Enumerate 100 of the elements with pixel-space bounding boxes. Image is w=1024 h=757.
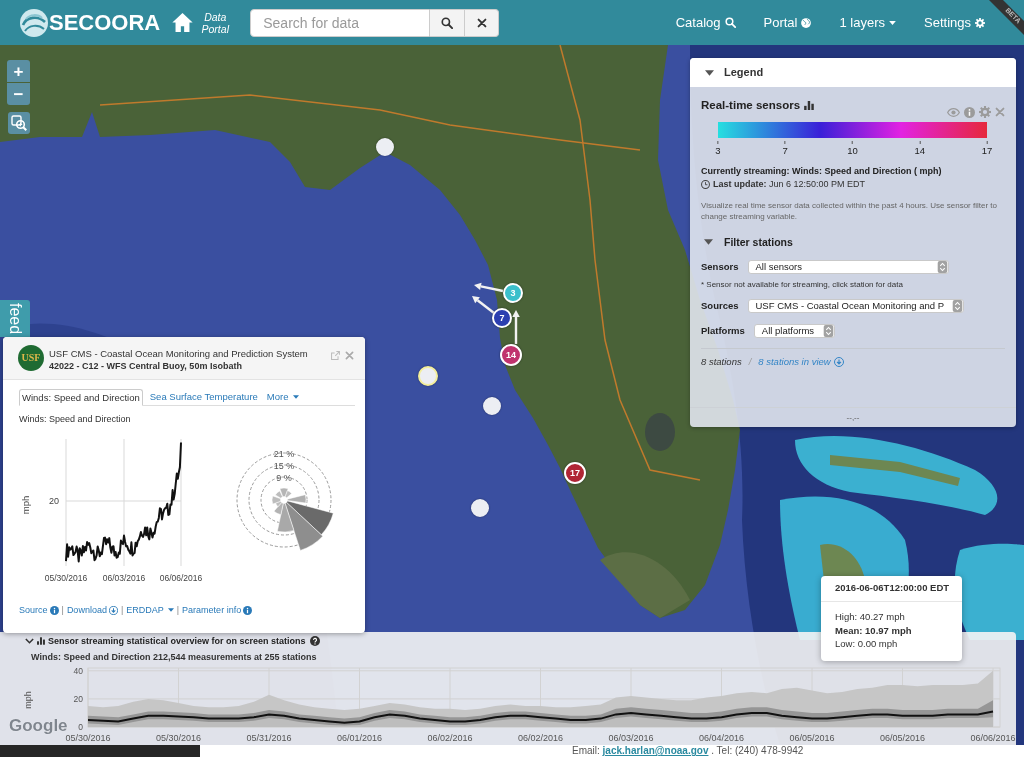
- caret-icon: [292, 395, 299, 399]
- nav-link[interactable]: Settings: [924, 16, 985, 29]
- overview-title: Sensor streaming statistical overview for on screen stations: [48, 636, 306, 646]
- clear-search-button[interactable]: [465, 8, 500, 37]
- scale-label: 14: [914, 141, 926, 156]
- download-icon: [833, 357, 844, 367]
- count-separator: /: [748, 356, 752, 368]
- feedback-tab[interactable]: feed: [0, 300, 30, 337]
- axis-label: 06/06/2016: [159, 573, 203, 583]
- search-field[interactable]: Search for data: [250, 8, 431, 37]
- layer-description: Visualize real time sensor data collected within the past 4 hours. Use sensor filter to change streaming variable.: [701, 200, 998, 222]
- axis-label: 06/03/2016: [102, 573, 146, 583]
- axis-label: 05/30/2016: [156, 733, 201, 743]
- axis-label: 06/06/2016: [970, 733, 1016, 743]
- home-icon[interactable]: [172, 13, 194, 32]
- popup-link[interactable]: Parameter info: [182, 604, 253, 616]
- layer-title: Real-time sensors: [701, 98, 801, 112]
- zoom-region-icon[interactable]: [8, 112, 30, 134]
- dropdown-select[interactable]: All platforms: [753, 324, 835, 338]
- stepper-icon: [822, 325, 834, 337]
- tab[interactable]: Sea Surface Temperature: [147, 389, 260, 405]
- tooltip-line: Mean: 10.97 mph: [835, 623, 913, 637]
- settings-icon: [975, 17, 985, 28]
- caret-icon[interactable]: [705, 69, 714, 76]
- stepper-icon: [951, 300, 963, 312]
- popup-link[interactable]: Download: [66, 604, 118, 616]
- info-icon: [49, 605, 59, 615]
- beta-ribbon: [989, 0, 1024, 35]
- info-icon[interactable]: [964, 106, 975, 118]
- axis-title: mph: [20, 495, 31, 515]
- legend-title: Legend: [724, 65, 764, 81]
- field-label: Sensors: [701, 262, 739, 272]
- axis-label: 40: [73, 666, 83, 676]
- dropdown-select[interactable]: All sensors: [747, 260, 949, 274]
- bar-chart-icon: [37, 637, 45, 645]
- portal-label[interactable]: Data Portal: [199, 10, 232, 35]
- nav-dropdown[interactable]: 1 layers: [839, 16, 896, 29]
- axis-label: 0: [78, 722, 83, 732]
- caret-icon: [889, 20, 896, 25]
- popup-subtitle: 42022 - C12 - WFS Central Buoy, 50m Isobath: [49, 360, 243, 372]
- axis-label: 05/31/2016: [246, 733, 292, 743]
- overview-subtitle: Winds: Speed and Direction 212,544 measurements at 255 stations: [30, 651, 318, 665]
- axis-label: 06/02/2016: [427, 733, 473, 743]
- link-separator: |: [61, 604, 64, 616]
- chevron-down-icon[interactable]: [25, 638, 34, 644]
- station-count: 8 stations: [701, 356, 742, 368]
- caret-icon: [167, 608, 174, 612]
- ring-label: 15 %: [273, 460, 295, 471]
- scale-label: 10: [847, 141, 858, 156]
- axis-label: 05/30/2016: [65, 733, 111, 743]
- search-icon: [724, 17, 736, 28]
- tooltip-line: Low: 0.00 mph: [835, 637, 899, 651]
- popup-title: USF CMS - Coastal Ocean Monitoring and Prediction System: [49, 347, 308, 360]
- ring-label: 21 %: [273, 448, 295, 459]
- link-separator: |: [120, 604, 124, 616]
- axis-label: 06/02/2016: [518, 733, 563, 743]
- axis-label: 20: [49, 496, 59, 506]
- zoom-in-button[interactable]: +: [7, 60, 30, 82]
- scale-label: 17: [981, 141, 993, 156]
- axis-label: 06/05/2016: [789, 733, 835, 743]
- clock-icon: [701, 180, 710, 189]
- streaming-label: Currently streaming: Winds: Speed and Direction ( mph): [701, 166, 943, 177]
- email-link[interactable]: jack.harlan@noaa.gov: [602, 745, 709, 756]
- axis-label: 06/03/2016: [608, 733, 654, 743]
- scale-label: 7: [782, 141, 788, 156]
- info-icon: [243, 605, 253, 615]
- dropdown-select[interactable]: USF CMS - Coastal Ocean Monitoring and P: [747, 299, 964, 313]
- brand-name[interactable]: SECOORA: [49, 11, 161, 34]
- chart-title: Winds: Speed and Direction: [19, 414, 132, 424]
- axis-label: 06/05/2016: [880, 733, 925, 743]
- filter-title: Filter stations: [724, 236, 793, 248]
- last-update-text: Last update: Jun 6 12:50:00 PM EDT: [713, 179, 866, 190]
- close-icon: [476, 17, 487, 28]
- lake: [645, 413, 675, 451]
- zoom-out-button[interactable]: −: [7, 83, 30, 105]
- popup-link[interactable]: Source: [19, 604, 59, 616]
- map-logo: Google: [9, 717, 68, 734]
- axis-label: 06/01/2016: [337, 733, 382, 743]
- field-label: Sources: [701, 301, 739, 311]
- tab[interactable]: Winds: Speed and Direction: [19, 389, 143, 406]
- bar-chart-icon: [804, 100, 815, 110]
- axis-label: 05/30/2016: [44, 573, 88, 583]
- logo-icon[interactable]: [20, 8, 48, 37]
- download-icon: [108, 605, 118, 615]
- axis-label: 06/04/2016: [699, 733, 744, 743]
- search-icon: [441, 16, 454, 29]
- search-button[interactable]: [430, 8, 466, 37]
- help-icon[interactable]: [309, 636, 320, 646]
- stations-in-view-link[interactable]: 8 stations in view: [758, 356, 844, 368]
- field-label: Platforms: [701, 326, 745, 336]
- link-separator: |: [176, 604, 180, 616]
- caret-icon[interactable]: [704, 239, 713, 245]
- nav-link[interactable]: Catalog: [675, 16, 736, 29]
- tab-dropdown[interactable]: More: [264, 389, 301, 405]
- tooltip-title: 2016-06-06T12:00:00 EDT: [821, 576, 962, 602]
- popup-link[interactable]: ERDDAP: [126, 604, 174, 616]
- ring-label: 9 %: [276, 472, 292, 483]
- globe-icon: [801, 17, 812, 28]
- coordinate-readout: --,--: [690, 407, 1016, 427]
- nav-link[interactable]: Portal: [763, 16, 812, 29]
